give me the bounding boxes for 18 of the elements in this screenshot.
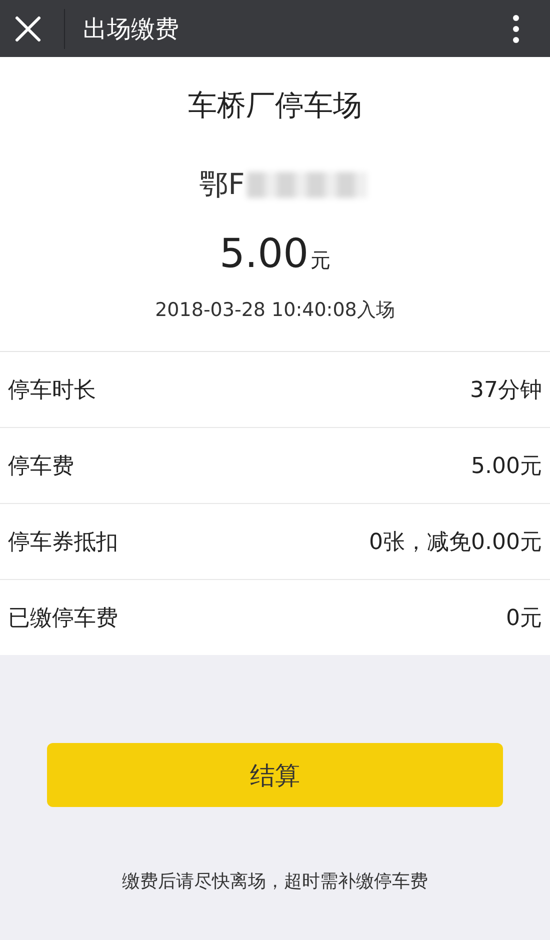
row-value: 5.00元 (471, 452, 542, 480)
row-value: 0张，减免0.00元 (369, 528, 542, 556)
fee-amount: 5.00 (219, 231, 309, 277)
currency-unit: 元 (310, 247, 331, 274)
close-button[interactable] (14, 14, 42, 42)
page-title: 出场缴费 (83, 14, 180, 44)
entry-time: 2018-03-28 10:40:08入场 (155, 298, 395, 323)
row-label: 停车费 (8, 452, 74, 480)
row-value: 37分钟 (470, 376, 542, 404)
row-label: 停车时长 (8, 376, 96, 404)
row-value: 0元 (506, 604, 542, 632)
settle-button[interactable]: 结算 (47, 743, 503, 807)
row-label: 已缴停车费 (8, 604, 118, 632)
plate-number: 鄂F (199, 166, 245, 203)
parking-lot-name: 车桥厂停车场 (188, 87, 362, 124)
row-label: 停车券抵扣 (8, 528, 118, 556)
notice-text: 缴费后请尽快离场，超时需补缴停车费 (122, 870, 428, 893)
more-menu-button[interactable] (512, 14, 520, 44)
